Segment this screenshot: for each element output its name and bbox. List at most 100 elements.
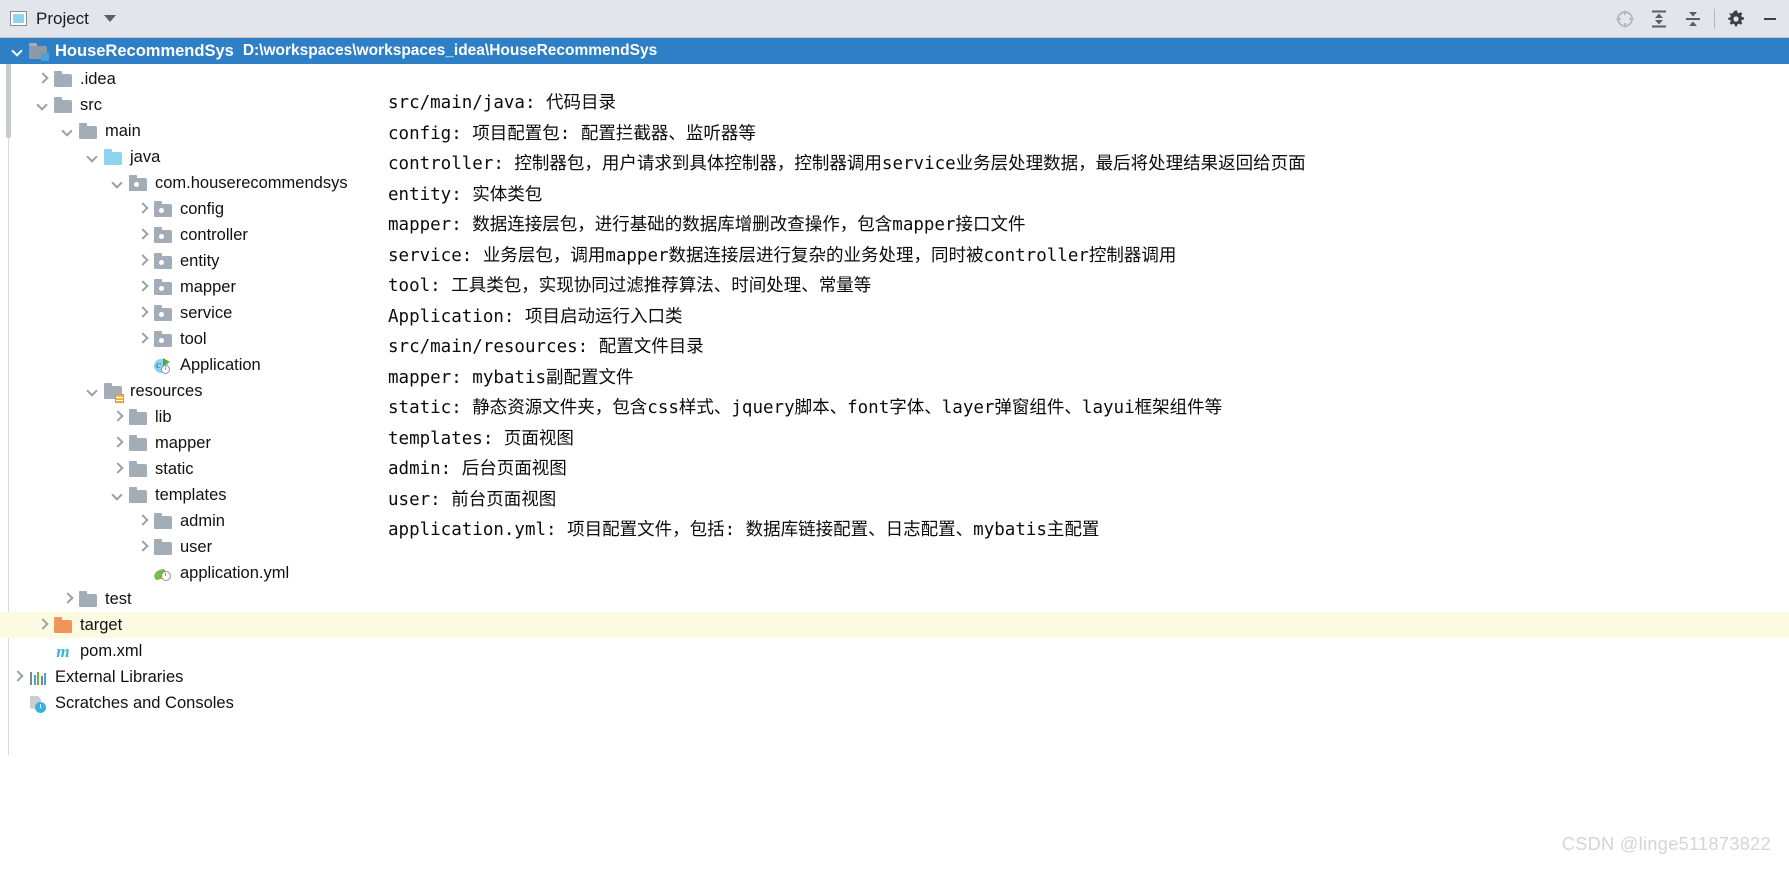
spring-yaml-file-icon — [152, 565, 173, 582]
tree-row-label: resources — [130, 381, 203, 400]
folder-icon — [54, 96, 73, 114]
collapse-all-icon[interactable] — [1676, 2, 1710, 36]
description-line: mapper: 数据连接层包，进行基础的数据库增删改查操作，包含mapper接口… — [388, 215, 1026, 235]
folder-icon — [129, 434, 148, 452]
project-icon — [10, 11, 27, 26]
description-line: mapper: mybatis副配置文件 — [388, 367, 634, 388]
sources-root-folder-icon — [104, 148, 123, 166]
chevron-right-icon[interactable] — [135, 201, 151, 217]
no-toggle-spacer — [135, 565, 151, 581]
chevron-right-icon[interactable] — [135, 253, 151, 269]
tree-row-root[interactable]: HouseRecommendSys D:\workspaces\workspac… — [0, 38, 1789, 64]
tree-row-label: HouseRecommendSys — [55, 41, 234, 60]
chevron-right-icon[interactable] — [10, 669, 26, 685]
chevron-right-icon[interactable] — [135, 539, 151, 555]
description-line: templates: 页面视图 — [388, 428, 574, 449]
tree-row[interactable]: test — [0, 586, 1789, 612]
ide-project-tool-window: Project HouseRecommendSys D:\workspaces\… — [0, 0, 1789, 873]
package-folder-icon — [129, 174, 148, 192]
folder-icon — [54, 70, 73, 88]
tool-window-header: Project — [0, 0, 1789, 38]
tree-row[interactable]: target — [0, 612, 1789, 638]
chevron-right-icon[interactable] — [135, 279, 151, 295]
chevron-down-icon[interactable] — [110, 175, 126, 191]
tree-row[interactable]: External Libraries — [0, 664, 1789, 690]
folder-icon — [129, 408, 148, 426]
folder-icon — [79, 122, 98, 140]
folder-icon — [129, 486, 148, 504]
package-folder-icon — [154, 252, 173, 270]
settings-gear-icon[interactable] — [1719, 2, 1753, 36]
description-line: controller: 控制器包，用户请求到具体控制器，控制器调用service… — [388, 154, 1306, 174]
module-folder-icon — [29, 42, 49, 61]
folder-icon — [154, 512, 173, 530]
chevron-down-icon[interactable] — [85, 383, 101, 399]
chevron-right-icon[interactable] — [135, 513, 151, 529]
tree-row-label: src — [80, 95, 102, 114]
chevron-right-icon[interactable] — [35, 617, 51, 633]
tree-row[interactable]: Scratches and Consoles — [0, 690, 1789, 716]
expand-all-icon[interactable] — [1642, 2, 1676, 36]
maven-pom-icon: m — [56, 641, 70, 661]
no-toggle-spacer — [135, 357, 151, 373]
chevron-right-icon[interactable] — [110, 409, 126, 425]
chevron-down-icon[interactable] — [103, 15, 116, 22]
scratches-consoles-icon — [29, 695, 48, 713]
tree-row-label: service — [180, 303, 233, 322]
chevron-right-icon[interactable] — [110, 435, 126, 451]
folder-icon — [154, 538, 173, 556]
chevron-right-icon[interactable] — [60, 591, 76, 607]
tree-row-label: test — [105, 589, 132, 608]
tool-window-toolbar — [1608, 0, 1789, 38]
package-folder-icon — [154, 330, 173, 348]
tree-row-label: admin — [180, 511, 225, 530]
tool-window-title: Project — [36, 8, 89, 28]
tree-row-label: static — [155, 459, 194, 478]
package-folder-icon — [154, 278, 173, 296]
tree-row-label: mapper — [180, 277, 236, 296]
description-line: static: 静态资源文件夹，包含css样式、jquery脚本、font字体、… — [388, 398, 1223, 418]
description-line: tool: 工具类包，实现协同过滤推荐算法、时间处理、常量等 — [388, 276, 872, 296]
chevron-down-icon[interactable] — [35, 97, 51, 113]
chevron-down-icon[interactable] — [85, 149, 101, 165]
description-line: admin: 后台页面视图 — [388, 459, 567, 479]
description-line: Application: 项目启动运行入口类 — [388, 306, 683, 327]
no-toggle-spacer — [10, 695, 26, 711]
description-line: config: 项目配置包: 配置拦截器、监听器等 — [388, 123, 756, 144]
tree-row[interactable]: m pom.xml — [0, 638, 1789, 664]
chevron-right-icon[interactable] — [135, 227, 151, 243]
tree-row-label: lib — [155, 407, 172, 426]
project-path: D:\workspaces\workspaces_idea\HouseRecom… — [242, 42, 658, 60]
package-folder-icon — [154, 304, 173, 322]
tree-row-label: java — [130, 147, 161, 166]
chevron-down-icon[interactable] — [10, 43, 26, 59]
tree-row-label: templates — [155, 485, 227, 504]
folder-icon — [129, 460, 148, 478]
description-line: src/main/resources: 配置文件目录 — [388, 337, 704, 357]
tree-row-label: mapper — [155, 433, 211, 452]
resources-root-folder-icon — [104, 382, 124, 403]
chevron-right-icon[interactable] — [110, 461, 126, 477]
tree-row-label: main — [105, 121, 141, 140]
no-toggle-spacer — [35, 643, 51, 659]
tree-row-label: controller — [180, 225, 248, 244]
watermark: CSDN @linge511873822 — [1561, 834, 1771, 854]
locate-target-icon[interactable] — [1608, 2, 1642, 36]
tree-row-label: user — [180, 537, 213, 556]
chevron-right-icon[interactable] — [135, 305, 151, 321]
description-line: service: 业务层包，调用mapper数据连接层进行复杂的业务处理，同时被… — [388, 245, 1177, 266]
chevron-right-icon[interactable] — [135, 331, 151, 347]
tool-window-title-group[interactable]: Project — [0, 9, 116, 29]
tree-row[interactable]: application.yml — [0, 560, 1789, 586]
tree-row-label: Application — [180, 355, 261, 374]
tree-row-label: com.houserecommendsys — [155, 173, 348, 192]
project-structure-description: src/main/java: 代码目录 config: 项目配置包: 配置拦截器、… — [388, 88, 1768, 546]
hide-window-icon[interactable] — [1753, 2, 1787, 36]
tree-row-label: pom.xml — [80, 641, 143, 660]
chevron-down-icon[interactable] — [60, 123, 76, 139]
external-libraries-icon — [29, 669, 48, 686]
chevron-down-icon[interactable] — [110, 487, 126, 503]
folder-icon — [79, 590, 98, 608]
tree-row-label: entity — [180, 251, 220, 270]
chevron-right-icon[interactable] — [35, 71, 51, 87]
